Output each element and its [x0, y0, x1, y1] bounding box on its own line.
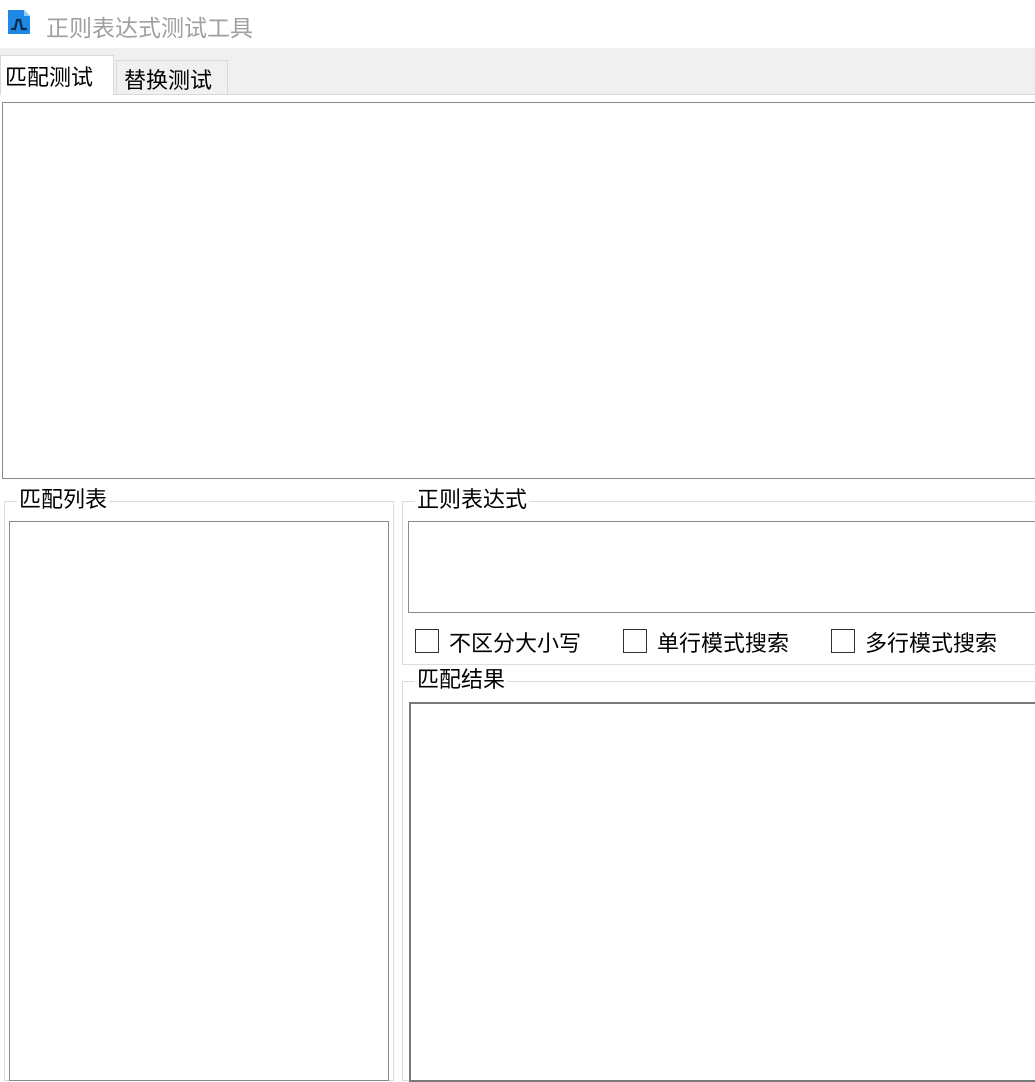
match-result-title: 匹配结果	[415, 668, 508, 694]
regex-group: 正则表达式 不区分大小写 单行模式搜索 多行模式搜索	[402, 488, 1035, 665]
regex-input[interactable]	[408, 521, 1035, 613]
app-icon	[8, 10, 30, 34]
regex-title: 正则表达式	[415, 488, 530, 514]
multiline-label[interactable]: 多行模式搜索	[865, 626, 997, 658]
match-result-group: 匹配结果	[402, 668, 1035, 1082]
source-text-input[interactable]	[2, 102, 1035, 479]
tab-replace-test[interactable]: 替换测试	[116, 60, 228, 94]
match-result-box[interactable]	[409, 702, 1035, 1082]
tab-match-test[interactable]: 匹配测试	[0, 55, 114, 95]
match-list-group: 匹配列表	[4, 488, 394, 1081]
match-list-box[interactable]	[9, 521, 389, 1081]
ignore-case-checkbox[interactable]	[415, 629, 439, 653]
title-bar: 正则表达式测试工具	[0, 0, 1035, 48]
match-list-title: 匹配列表	[17, 488, 110, 514]
singleline-checkbox[interactable]	[623, 629, 647, 653]
multiline-checkbox[interactable]	[831, 629, 855, 653]
window-title: 正则表达式测试工具	[46, 16, 253, 42]
ignore-case-label[interactable]: 不区分大小写	[449, 626, 581, 658]
singleline-label[interactable]: 单行模式搜索	[657, 626, 789, 658]
